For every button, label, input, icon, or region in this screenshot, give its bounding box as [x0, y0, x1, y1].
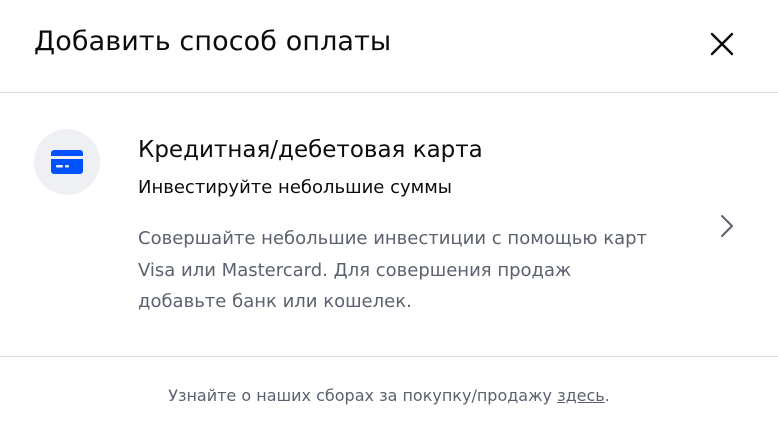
- add-payment-method-modal: Добавить способ оплаты Кредитная/дебетов…: [0, 0, 778, 436]
- payment-option-subtitle: Инвестируйте небольшие суммы: [138, 177, 453, 198]
- description-line: Совершайте небольшие инвестиции с помощь…: [138, 228, 648, 249]
- payment-option-title: Кредитная/дебетовая карта: [138, 137, 483, 163]
- fees-footer: Узнайте о наших сборах за покупку/продаж…: [0, 386, 778, 405]
- chevron-right-icon: [721, 215, 733, 237]
- modal-header: Добавить способ оплаты: [0, 0, 778, 93]
- fees-link[interactable]: здесь: [557, 386, 605, 405]
- description-line: Visa или Mastercard. Для совершения прод…: [138, 259, 572, 281]
- description-line: добавьте банк или кошелек.: [138, 291, 412, 312]
- close-button[interactable]: [704, 26, 740, 62]
- payment-option-card[interactable]: Кредитная/дебетовая карта Инвестируйте н…: [0, 93, 778, 357]
- payment-option-chevron: [714, 211, 740, 241]
- fees-text: Узнайте о наших сборах за покупку/продаж…: [168, 386, 558, 405]
- payment-option-icon-circle: [34, 129, 100, 195]
- close-icon: [710, 32, 734, 56]
- payment-option-description: Совершайте небольшие инвестиции с помощь…: [138, 223, 698, 318]
- fees-suffix: .: [604, 386, 610, 405]
- credit-card-icon: [51, 150, 83, 174]
- modal-title: Добавить способ оплаты: [34, 26, 392, 57]
